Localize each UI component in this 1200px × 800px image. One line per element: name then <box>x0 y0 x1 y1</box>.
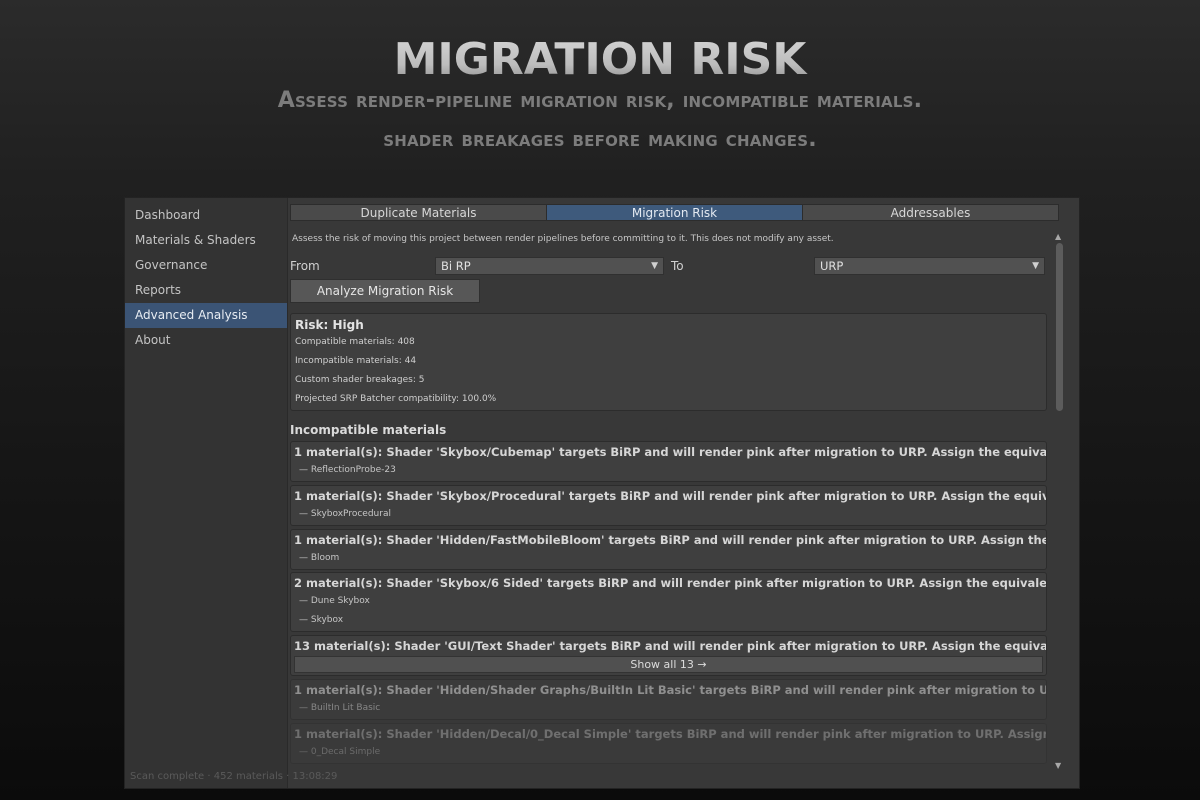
risk-level: Risk: High <box>295 318 364 332</box>
pipeline-selector-row: From Bi RP ▼ To URP ▼ <box>290 257 1050 275</box>
incompatible-issue[interactable]: 1 material(s): Shader 'Hidden/Shader Gra… <box>290 679 1047 720</box>
issue-description: 1 material(s): Shader 'Hidden/Decal/0_De… <box>294 727 1046 741</box>
sidebar-item-about[interactable]: About <box>125 328 287 353</box>
to-label: To <box>671 259 684 273</box>
hero-title: Migration Risk <box>0 34 1200 85</box>
incompatible-issue[interactable]: 2 material(s): Shader 'Skybox/6 Sided' t… <box>290 572 1047 632</box>
issue-description: 2 material(s): Shader 'Skybox/6 Sided' t… <box>294 576 1046 590</box>
issue-description: 1 material(s): Shader 'Hidden/FastMobile… <box>294 533 1046 547</box>
incompatible-materials-heading: Incompatible materials <box>290 423 447 437</box>
material-list-item[interactable]: — SkyboxProcedural <box>299 509 391 519</box>
from-dropdown[interactable]: Bi RP ▼ <box>435 257 664 275</box>
scroll-down-arrow-icon[interactable]: ▼ <box>1055 761 1061 770</box>
scroll-up-arrow-icon[interactable]: ▲ <box>1055 232 1061 241</box>
incompatible-issue[interactable]: 1 material(s): Shader 'Hidden/FastMobile… <box>290 529 1047 570</box>
sidebar-item-governance[interactable]: Governance <box>125 253 287 278</box>
issue-description: 13 material(s): Shader 'GUI/Text Shader'… <box>294 639 1046 653</box>
sidebar-item-advanced-analysis[interactable]: Advanced Analysis <box>125 303 287 328</box>
vertical-scrollbar[interactable]: ▲ ▼ <box>1054 232 1066 770</box>
sidebar-item-reports[interactable]: Reports <box>125 278 287 303</box>
incompatible-issue[interactable]: 1 material(s): Shader 'Skybox/Procedural… <box>290 485 1047 526</box>
sidebar-item-dashboard[interactable]: Dashboard <box>125 203 287 228</box>
app-window: Dashboard Materials & Shaders Governance… <box>124 197 1080 789</box>
tab-duplicate-materials[interactable]: Duplicate Materials <box>290 204 547 221</box>
issue-description: 1 material(s): Shader 'Hidden/Shader Gra… <box>294 683 1046 697</box>
sidebar-item-materials-shaders[interactable]: Materials & Shaders <box>125 228 287 253</box>
material-list-item[interactable]: — 0_Decal Simple <box>299 747 380 757</box>
sidebar-nav: Dashboard Materials & Shaders Governance… <box>125 203 287 353</box>
material-list-item[interactable]: — Dune Skybox <box>299 596 370 606</box>
intro-text: Assess the risk of moving this project b… <box>292 234 834 244</box>
material-list-item[interactable]: — Skybox <box>299 615 343 625</box>
hero-subtitle-line-2: shader breakages before making changes. <box>383 127 817 152</box>
analyze-migration-risk-button[interactable]: Analyze Migration Risk <box>290 279 480 303</box>
migration-risk-content: Assess the risk of moving this project b… <box>290 232 1050 784</box>
tab-addressables[interactable]: Addressables <box>802 204 1059 221</box>
custom-shader-breakages-stat: Custom shader breakages: 5 <box>295 375 425 385</box>
from-label: From <box>290 259 320 273</box>
risk-summary-panel: Risk: High Compatible materials: 408 Inc… <box>290 313 1047 411</box>
incompatible-issue[interactable]: 1 material(s): Shader 'Hidden/Decal/0_De… <box>290 723 1047 764</box>
chevron-down-icon: ▼ <box>651 261 658 271</box>
issue-description: 1 material(s): Shader 'Skybox/Procedural… <box>294 489 1046 503</box>
main-panel: Duplicate Materials Migration Risk Addre… <box>289 198 1079 788</box>
tab-migration-risk[interactable]: Migration Risk <box>546 204 803 221</box>
scrollbar-thumb[interactable] <box>1056 243 1063 411</box>
incompatible-issue[interactable]: 1 material(s): Shader 'Skybox/Cubemap' t… <box>290 441 1047 482</box>
material-list-item[interactable]: — Bloom <box>299 553 339 563</box>
srp-batcher-compatibility-stat: Projected SRP Batcher compatibility: 100… <box>295 394 497 404</box>
to-dropdown-value: URP <box>820 259 844 273</box>
chevron-down-icon: ▼ <box>1032 261 1039 271</box>
to-dropdown[interactable]: URP ▼ <box>814 257 1045 275</box>
hero-subtitle-line-1: Assess render-pipeline migration risk, i… <box>277 88 923 113</box>
tab-bar: Duplicate Materials Migration Risk Addre… <box>290 204 1059 221</box>
material-list-item[interactable]: — BuiltIn Lit Basic <box>299 703 380 713</box>
issue-description: 1 material(s): Shader 'Skybox/Cubemap' t… <box>294 445 1046 459</box>
compatible-materials-stat: Compatible materials: 408 <box>295 337 415 347</box>
material-list-item[interactable]: — ReflectionProbe-23 <box>299 465 396 475</box>
incompatible-issue[interactable]: 13 material(s): Shader 'GUI/Text Shader'… <box>290 635 1047 676</box>
incompatible-materials-stat: Incompatible materials: 44 <box>295 356 417 366</box>
from-dropdown-value: Bi RP <box>441 259 471 273</box>
sidebar: Dashboard Materials & Shaders Governance… <box>125 198 337 788</box>
show-all-button[interactable]: Show all 13 → <box>294 656 1043 673</box>
